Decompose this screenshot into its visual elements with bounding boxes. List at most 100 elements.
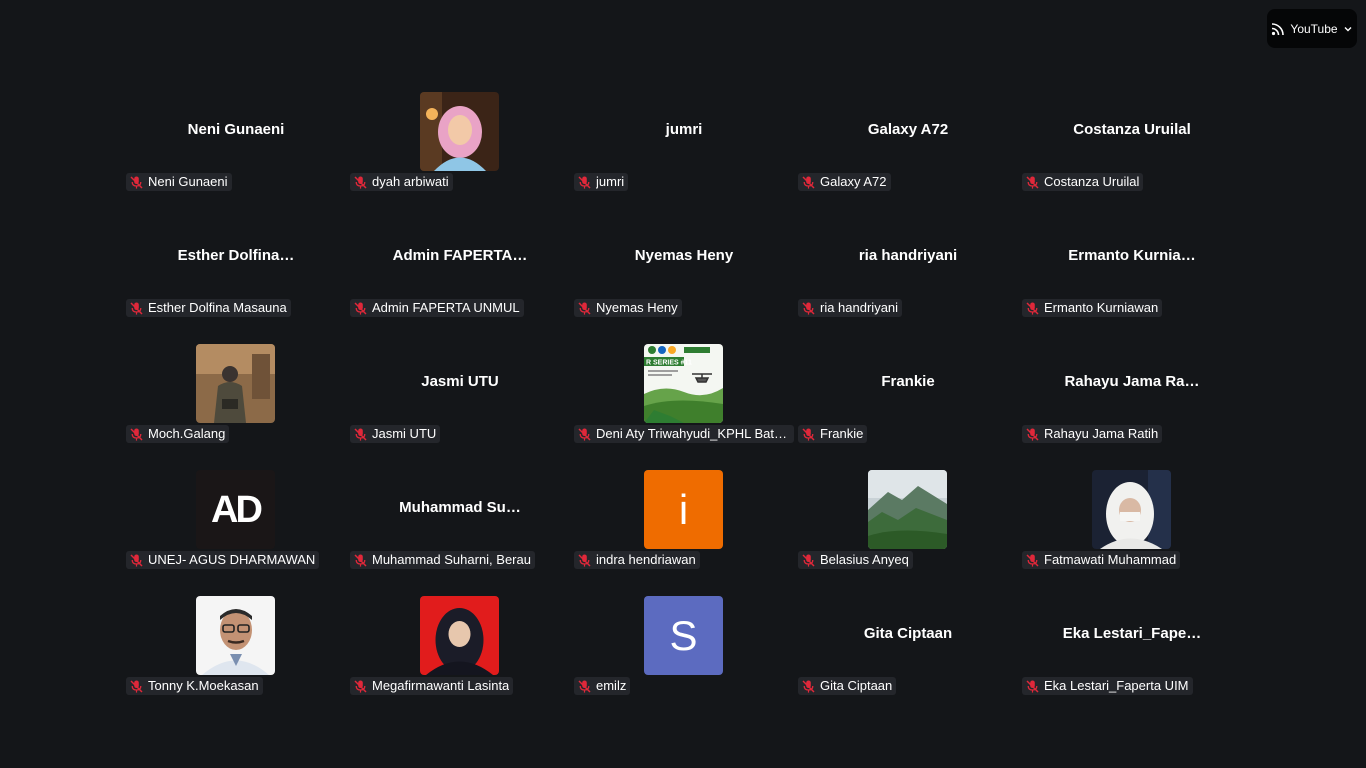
participant-avatar bbox=[196, 344, 275, 423]
mic-muted-icon bbox=[578, 553, 591, 567]
participant-tile[interactable]: Esther Dolfina… Esther Dolfina Masauna bbox=[124, 216, 348, 342]
mic-muted-icon bbox=[1026, 679, 1039, 693]
participant-name: Ermanto Kurniawan bbox=[1044, 300, 1159, 315]
participant-name: Gita Ciptaan bbox=[820, 678, 893, 693]
participant-name-tag: Moch.Galang bbox=[126, 425, 230, 443]
mic-muted-icon bbox=[354, 427, 367, 441]
mic-muted-icon bbox=[130, 301, 143, 315]
participant-name-tag: Fatmawati Muhammad bbox=[1022, 551, 1181, 569]
participant-name-tag: Rahayu Jama Ratih bbox=[1022, 425, 1163, 443]
participant-name: emilz bbox=[596, 678, 627, 693]
participant-name: Deni Aty Triwahyudi_KPHL Batu R… bbox=[596, 426, 790, 441]
participant-display-name: Gita Ciptaan bbox=[863, 625, 953, 642]
participant-name-tag: Galaxy A72 bbox=[798, 173, 891, 191]
participant-name: Frankie bbox=[820, 426, 864, 441]
mic-muted-icon bbox=[1026, 553, 1039, 567]
mic-muted-icon bbox=[802, 301, 815, 315]
youtube-stream-button[interactable]: YouTube bbox=[1267, 9, 1357, 48]
participant-tile[interactable]: Belasius Anyeq bbox=[796, 468, 1020, 594]
participant-avatar bbox=[420, 92, 499, 171]
participant-name-tag: Frankie bbox=[798, 425, 868, 443]
participant-display-name: Costanza Uruilal bbox=[1073, 121, 1191, 138]
participant-tile[interactable]: Neni Gunaeni Neni Gunaeni bbox=[124, 90, 348, 216]
participant-name: Galaxy A72 bbox=[820, 174, 887, 189]
participant-name-tag: Costanza Uruilal bbox=[1022, 173, 1144, 191]
participant-avatar bbox=[868, 470, 947, 549]
participant-name: Muhammad Suharni, Berau bbox=[372, 552, 531, 567]
participant-name-tag: Neni Gunaeni bbox=[126, 173, 232, 191]
participant-tile[interactable]: Admin FAPERTA… Admin FAPERTA UNMUL bbox=[348, 216, 572, 342]
participant-tile[interactable]: Costanza Uruilal Costanza Uruilal bbox=[1020, 90, 1244, 216]
participant-name-tag: Nyemas Heny bbox=[574, 299, 682, 317]
participant-name: Neni Gunaeni bbox=[148, 174, 228, 189]
participant-avatar: i bbox=[644, 470, 723, 549]
participant-tile[interactable]: dyah arbiwati bbox=[348, 90, 572, 216]
participant-display-name: Esther Dolfina… bbox=[177, 247, 295, 264]
participant-tile[interactable]: R SERIES #11 Deni Aty Triwahyudi_KPHL Bat… bbox=[572, 342, 796, 468]
participant-name-tag: Muhammad Suharni, Berau bbox=[350, 551, 535, 569]
participant-tile[interactable]: Eka Lestari_Fape… Eka Lestari_Faperta UIM bbox=[1020, 594, 1244, 720]
participant-name: Costanza Uruilal bbox=[1044, 174, 1140, 189]
participant-display-name: ria handriyani bbox=[858, 247, 958, 264]
participant-tile[interactable]: Frankie Frankie bbox=[796, 342, 1020, 468]
participant-tile[interactable]: AD UNEJ- AGUS DHARMAWAN bbox=[124, 468, 348, 594]
participant-name: Rahayu Jama Ratih bbox=[1044, 426, 1159, 441]
participant-tile[interactable]: Galaxy A72 Galaxy A72 bbox=[796, 90, 1020, 216]
participant-tile[interactable]: Jasmi UTU Jasmi UTU bbox=[348, 342, 572, 468]
participant-tile[interactable]: Muhammad Su… Muhammad Suharni, Berau bbox=[348, 468, 572, 594]
participant-name: UNEJ- AGUS DHARMAWAN bbox=[148, 552, 316, 567]
mic-muted-icon bbox=[130, 175, 143, 189]
participant-display-name: Eka Lestari_Fape… bbox=[1062, 625, 1202, 642]
participant-name-tag: indra hendriawan bbox=[574, 551, 700, 569]
participant-name: dyah arbiwati bbox=[372, 174, 449, 189]
mic-muted-icon bbox=[802, 553, 815, 567]
participant-display-name: Rahayu Jama Ra… bbox=[1064, 373, 1200, 390]
participant-name: indra hendriawan bbox=[596, 552, 696, 567]
participant-tile[interactable]: Fatmawati Muhammad bbox=[1020, 468, 1244, 594]
participant-name-tag: Admin FAPERTA UNMUL bbox=[350, 299, 524, 317]
participant-name-tag: ria handriyani bbox=[798, 299, 903, 317]
participant-name: Nyemas Heny bbox=[596, 300, 678, 315]
participant-name: Moch.Galang bbox=[148, 426, 226, 441]
participant-name-tag: jumri bbox=[574, 173, 629, 191]
participant-name-tag: UNEJ- AGUS DHARMAWAN bbox=[126, 551, 320, 569]
mic-muted-icon bbox=[354, 175, 367, 189]
participant-name-tag: Eka Lestari_Faperta UIM bbox=[1022, 677, 1193, 695]
participant-name: Belasius Anyeq bbox=[820, 552, 909, 567]
participant-tile[interactable]: Rahayu Jama Ra… Rahayu Jama Ratih bbox=[1020, 342, 1244, 468]
participant-name: Tonny K.Moekasan bbox=[148, 678, 259, 693]
participant-tile[interactable]: Gita Ciptaan Gita Ciptaan bbox=[796, 594, 1020, 720]
mic-muted-icon bbox=[354, 553, 367, 567]
participant-name-tag: Megafirmawanti Lasinta bbox=[350, 677, 514, 695]
participant-tile[interactable]: Ermanto Kurnia… Ermanto Kurniawan bbox=[1020, 216, 1244, 342]
participant-tile[interactable]: jumri jumri bbox=[572, 90, 796, 216]
mic-muted-icon bbox=[578, 427, 591, 441]
broadcast-icon bbox=[1272, 22, 1285, 35]
participant-name-tag: Tonny K.Moekasan bbox=[126, 677, 263, 695]
participant-name: Megafirmawanti Lasinta bbox=[372, 678, 510, 693]
chevron-down-icon bbox=[1344, 26, 1352, 31]
participant-name-tag: Esther Dolfina Masauna bbox=[126, 299, 291, 317]
participant-display-name: Jasmi UTU bbox=[421, 373, 499, 390]
mic-muted-icon bbox=[578, 175, 591, 189]
mic-muted-icon bbox=[802, 175, 815, 189]
participant-display-name: Muhammad Su… bbox=[399, 499, 521, 516]
youtube-label: YouTube bbox=[1290, 21, 1338, 36]
mic-muted-icon bbox=[578, 301, 591, 315]
mic-muted-icon bbox=[578, 679, 591, 693]
participant-tile[interactable]: i indra hendriawan bbox=[572, 468, 796, 594]
participant-tile[interactable]: Semilz bbox=[572, 594, 796, 720]
participant-tile[interactable]: ria handriyani ria handriyani bbox=[796, 216, 1020, 342]
mic-muted-icon bbox=[1026, 427, 1039, 441]
participant-tile[interactable]: Megafirmawanti Lasinta bbox=[348, 594, 572, 720]
participant-name-tag: emilz bbox=[574, 677, 631, 695]
poster-title: R SERIES #11 bbox=[646, 360, 692, 367]
participant-display-name: Nyemas Heny bbox=[634, 247, 734, 264]
mic-muted-icon bbox=[354, 301, 367, 315]
participant-avatar: S bbox=[644, 596, 723, 675]
participant-tile[interactable]: Moch.Galang bbox=[124, 342, 348, 468]
participant-tile[interactable]: Nyemas Heny Nyemas Heny bbox=[572, 216, 796, 342]
participant-name-tag: Gita Ciptaan bbox=[798, 677, 897, 695]
participant-tile[interactable]: Tonny K.Moekasan bbox=[124, 594, 348, 720]
participant-avatar: R SERIES #11 bbox=[644, 344, 723, 423]
